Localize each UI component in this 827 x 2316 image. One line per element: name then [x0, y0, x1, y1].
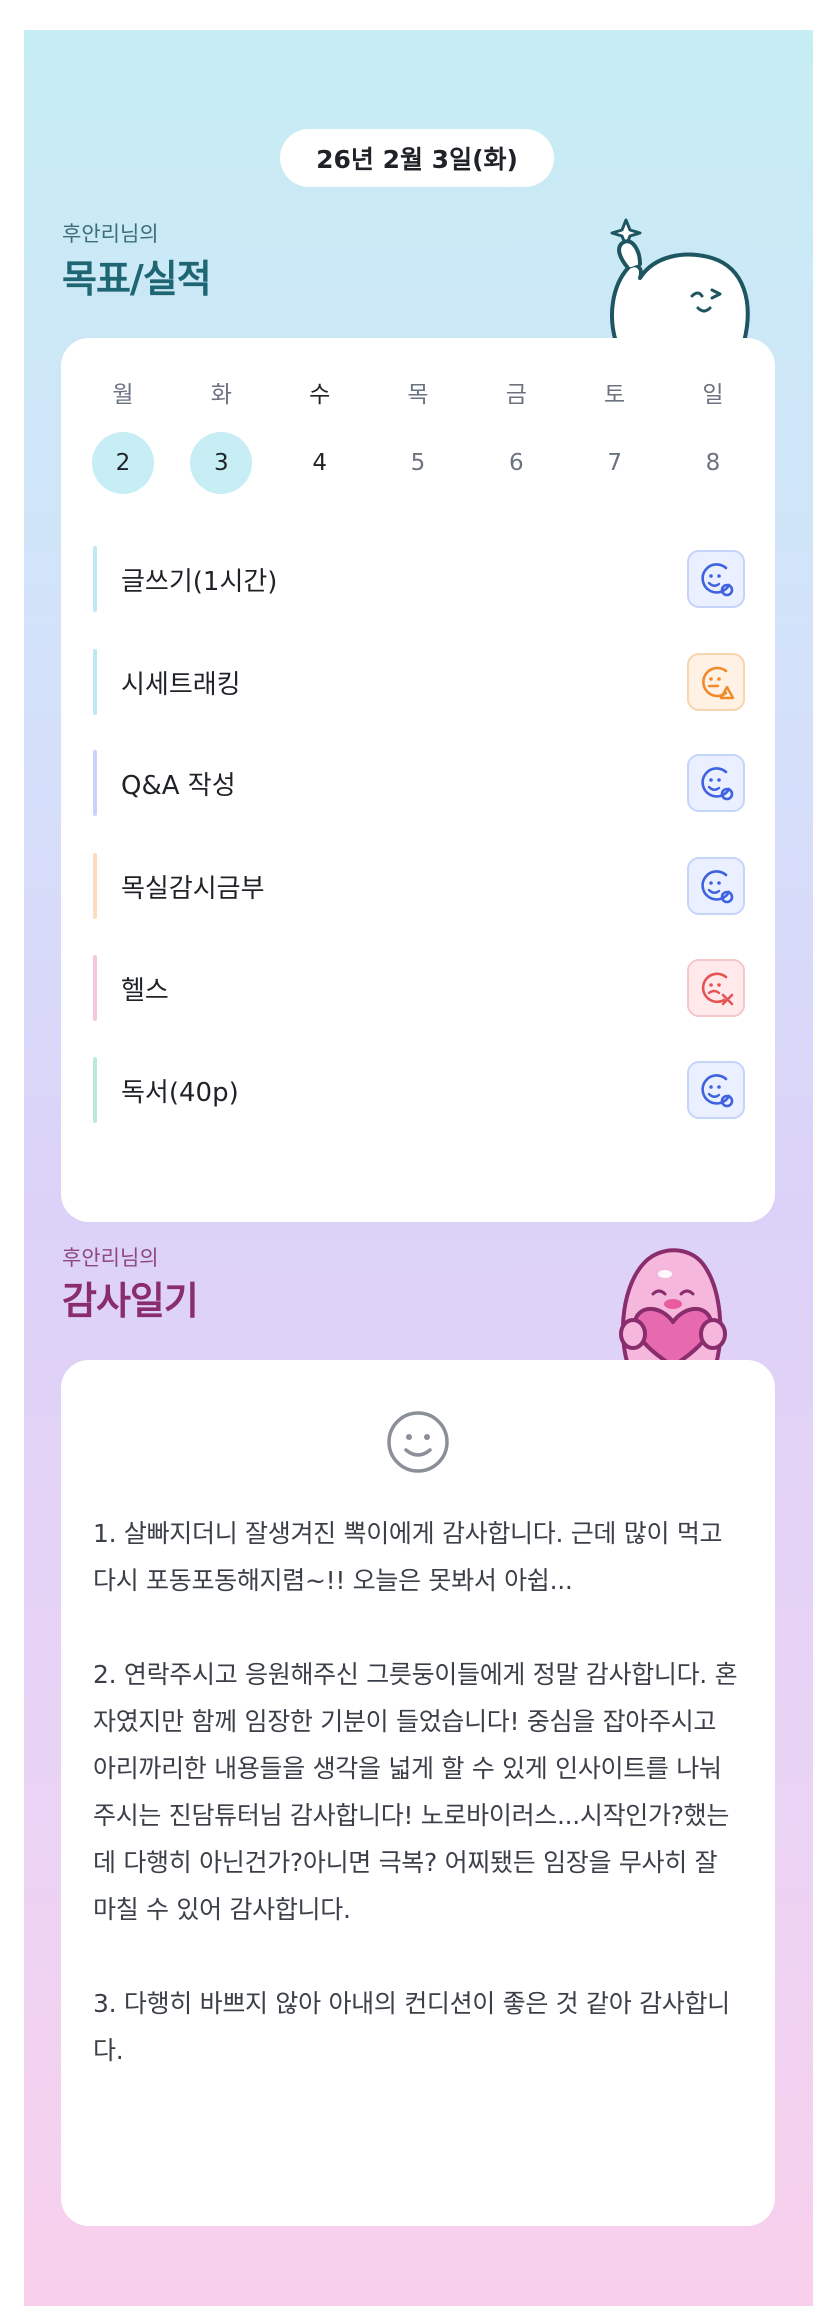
goal-status-button[interactable]: [687, 653, 745, 711]
goal-status-button[interactable]: [687, 1061, 745, 1119]
goal-item[interactable]: 글쓰기(1시간): [93, 546, 745, 612]
gratitude-diary-card: 1. 살빠지더니 잘생겨진 뽁이에게 감사합니다. 근데 많이 먹고 다시 포동…: [61, 1360, 775, 2226]
day-mon[interactable]: 월 2: [91, 378, 155, 494]
day-number[interactable]: 8: [682, 432, 744, 494]
day-wed[interactable]: 수 4: [288, 378, 352, 494]
goal-item[interactable]: 시세트래킹: [93, 649, 745, 715]
day-number[interactable]: 4: [289, 432, 351, 494]
goal-color-bar: [93, 1057, 97, 1123]
day-number[interactable]: 5: [387, 432, 449, 494]
goal-label: Q&A 작성: [121, 770, 236, 801]
diary-paragraph: 2. 연락주시고 응원해주신 그릇둥이들에게 정말 감사합니다. 혼자였지만 함…: [93, 1660, 738, 1924]
date-pill[interactable]: 26년 2월 3일(화): [280, 129, 554, 187]
goal-item[interactable]: 목실감시금부: [93, 853, 745, 919]
smile-face-icon: [387, 1411, 449, 1473]
day-name: 화: [210, 382, 232, 408]
diary-entry-text: 1. 살빠지더니 잘생겨진 뽁이에게 감사합니다. 근데 많이 먹고 다시 포동…: [93, 1510, 743, 2121]
day-number[interactable]: 6: [485, 432, 547, 494]
smile-x-icon: [701, 972, 734, 1006]
goal-color-bar: [93, 750, 97, 816]
day-name: 수: [309, 382, 331, 408]
goal-color-bar: [93, 649, 97, 715]
smile-check-icon: [701, 870, 734, 904]
day-thu[interactable]: 목 5: [386, 378, 450, 494]
diary-owner-label: 후안리님의: [62, 1246, 159, 1270]
goal-item[interactable]: Q&A 작성: [93, 750, 745, 816]
goal-color-bar: [93, 546, 97, 612]
week-selector: 월 2 화 3 수 4 목 5 금 6 토 7 일 8: [91, 378, 745, 494]
pink-mascot-heart-illustration: [619, 1248, 727, 1368]
day-name: 금: [505, 382, 527, 408]
goals-owner-label: 후안리님의: [62, 222, 159, 246]
goals-card: 월 2 화 3 수 4 목 5 금 6 토 7 일 8 글쓰기(1시간) 시세트…: [61, 338, 775, 1222]
diary-paragraph: 1. 살빠지더니 잘생겨진 뽁이에게 감사합니다. 근데 많이 먹고 다시 포동…: [93, 1519, 723, 1595]
goal-color-bar: [93, 853, 97, 919]
smile-warning-icon: [702, 666, 735, 700]
day-number[interactable]: 2: [92, 432, 154, 494]
goal-label: 글쓰기(1시간): [121, 566, 278, 597]
goal-color-bar: [93, 955, 97, 1021]
smile-check-icon: [701, 767, 734, 801]
goal-status-button[interactable]: [687, 857, 745, 915]
goal-label: 헬스: [121, 975, 169, 1006]
goal-status-button[interactable]: [687, 959, 745, 1017]
day-sun[interactable]: 일 8: [681, 378, 745, 494]
goal-status-button[interactable]: [687, 550, 745, 608]
goal-status-button[interactable]: [687, 754, 745, 812]
goal-label: 목실감시금부: [121, 873, 265, 904]
app-screen: 26년 2월 3일(화) 후안리님의 목표/실적 월 2 화 3 수 4 목 5…: [24, 30, 813, 2306]
goals-title: 목표/실적: [62, 257, 212, 301]
diary-paragraph: 3. 다행히 바쁘지 않아 아내의 컨디션이 좋은 것 같아 감사합니다.: [93, 1989, 730, 2065]
day-name: 토: [604, 382, 626, 408]
goal-item[interactable]: 독서(40p): [93, 1057, 745, 1123]
day-sat[interactable]: 토 7: [583, 378, 647, 494]
day-number[interactable]: 3: [190, 432, 253, 494]
day-name: 목: [407, 382, 429, 408]
smile-check-icon: [701, 1074, 734, 1108]
ghost-mascot-illustration: [610, 218, 750, 342]
day-number[interactable]: 7: [584, 432, 646, 494]
day-fri[interactable]: 금 6: [484, 378, 548, 494]
diary-title: 감사일기: [62, 1279, 199, 1323]
goal-item[interactable]: 헬스: [93, 955, 745, 1021]
day-name: 월: [112, 382, 134, 408]
smile-check-icon: [701, 563, 734, 597]
goal-label: 시세트래킹: [121, 669, 241, 700]
day-name: 일: [702, 382, 724, 408]
day-tue[interactable]: 화 3: [189, 378, 253, 494]
date-label: 26년 2월 3일(화): [316, 145, 518, 174]
goal-label: 독서(40p): [121, 1077, 239, 1108]
